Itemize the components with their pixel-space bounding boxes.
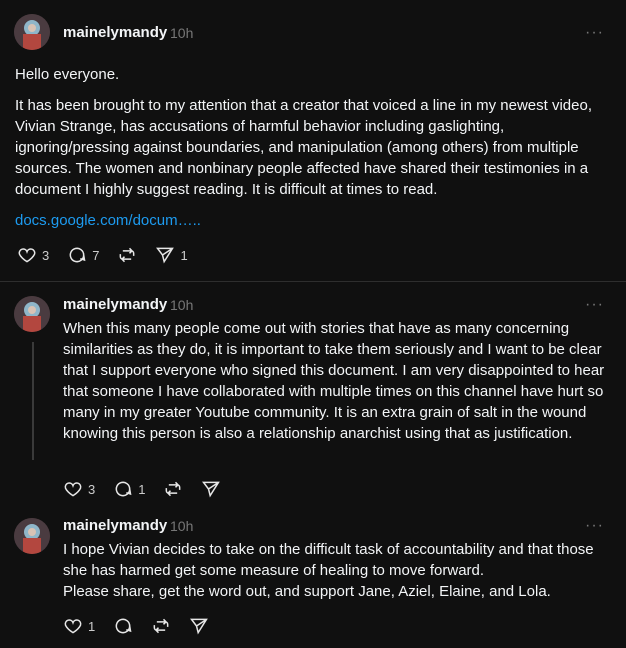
share-count: 1 [180,247,188,263]
post-body: Hello everyone. It has been brought to m… [15,64,608,231]
reply-button[interactable] [113,616,133,636]
post-paragraph: I hope Vivian decides to take on the dif… [63,541,594,579]
post-body: I hope Vivian decides to take on the dif… [63,539,608,602]
post-paragraph: Hello everyone. [15,66,120,83]
like-count: 3 [42,247,50,263]
send-icon [202,481,221,498]
share-button[interactable] [201,479,221,499]
share-button[interactable] [189,616,209,636]
like-button[interactable]: 1 [63,616,95,636]
username[interactable]: mainelymandy [63,517,167,535]
avatar[interactable] [14,14,50,50]
repost-icon [153,618,169,634]
post-3: mainelymandy 10h ··· I hope Vivian decid… [0,504,626,648]
post-paragraph: Please share, get the word out, and supp… [63,583,551,600]
like-button[interactable]: 3 [17,245,49,265]
reply-count: 7 [92,247,100,263]
repost-icon [120,247,135,263]
document-link[interactable]: docs.google.com/docum….. [15,212,201,229]
avatar[interactable] [14,518,50,554]
timestamp[interactable]: 10h [170,517,193,535]
share-button[interactable]: 1 [155,245,188,265]
post-paragraph: It has been brought to my attention that… [15,97,593,198]
repost-button[interactable] [117,245,137,265]
repost-button[interactable] [163,479,183,499]
repost-icon [166,481,181,497]
like-count: 1 [88,618,96,634]
comment-icon [115,618,132,634]
thread-line [32,342,34,460]
reply-count: 1 [138,481,146,497]
more-options-button[interactable]: ··· [585,24,604,42]
username[interactable]: mainelymandy [63,296,167,314]
post-1: mainelymandy 10h ··· Hello everyone. It … [0,0,626,281]
heart-icon [18,248,36,263]
username[interactable]: mainelymandy [63,24,167,42]
post-paragraph: When this many people come out with stor… [63,320,605,442]
post-actions: 1 [63,615,227,637]
more-options-button[interactable]: ··· [585,296,604,314]
avatar[interactable] [14,296,50,332]
post-2: mainelymandy 10h ··· When this many peop… [0,282,626,507]
timestamp[interactable]: 10h [170,24,193,42]
send-icon [156,247,175,264]
timestamp[interactable]: 10h [170,296,193,314]
post-body: When this many people come out with stor… [63,318,608,444]
comment-icon [69,247,86,263]
post-actions: 3 7 1 [17,244,206,266]
reply-button[interactable]: 7 [67,245,99,265]
like-button[interactable]: 3 [63,479,95,499]
comment-icon [115,481,132,497]
repost-button[interactable] [151,616,171,636]
post-actions: 3 1 [63,478,239,500]
like-count: 3 [88,481,96,497]
reply-button[interactable]: 1 [113,479,145,499]
heart-icon [64,619,82,634]
send-icon [190,618,209,635]
heart-icon [64,482,82,497]
more-options-button[interactable]: ··· [585,517,604,535]
